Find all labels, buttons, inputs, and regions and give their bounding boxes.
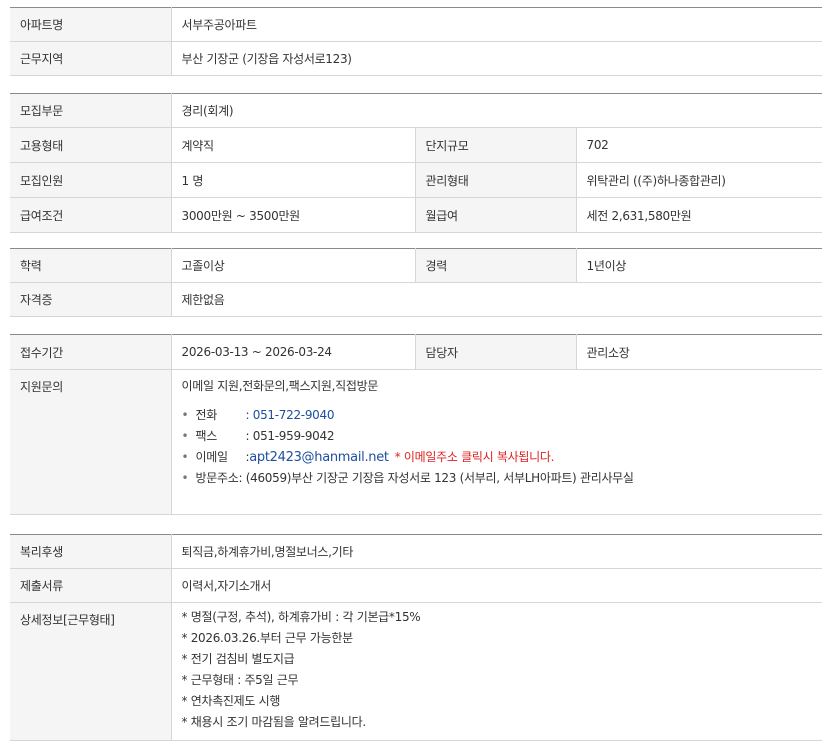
license-value: 제한없음 (171, 282, 822, 317)
welfare-label: 복리후생 (10, 534, 172, 569)
period-label: 접수기간 (10, 334, 172, 370)
inquiry-label: 지원문의 (10, 369, 172, 515)
email-copy-notice: * 이메일주소 클릭시 복사됩니다. (394, 450, 555, 464)
phone-label: 전화 (195, 408, 218, 422)
emp-type-label: 고용형태 (10, 127, 172, 163)
monthly-salary-label: 월급여 (415, 197, 577, 233)
apartment-info-table: 아파트명 서부주공아파트 근무지역 부산 기장군 (기장읍 자성서로123) (10, 7, 822, 76)
email-link[interactable]: apt2423@hanmail.net (249, 450, 389, 465)
benefits-table: 복리후생 퇴직금,하계휴가비,명절보너스,기타 제출서류 이력서,자기소개서 상… (10, 534, 822, 741)
apt-name-row: 아파트명 서부주공아파트 (10, 7, 822, 42)
detail-value: * 명절(구정, 추석), 하계휴가비 : 각 기본급*15% * 2026.0… (171, 602, 822, 741)
phone-number[interactable]: : 051-722-9040 (246, 408, 335, 422)
bullet-icon: • (181, 471, 189, 485)
welfare-value: 퇴직금,하계휴가비,명절보너스,기타 (171, 534, 822, 569)
dept-value: 경리(회계) (171, 93, 823, 128)
license-row: 자격증 제한없음 (10, 282, 822, 317)
detail-row: 상세정보[근무형태] * 명절(구정, 추석), 하계휴가비 : 각 기본급*1… (10, 602, 822, 741)
fax-number: : 051-959-9042 (245, 429, 335, 443)
manager-value: 관리소장 (576, 334, 822, 370)
monthly-salary-value: 세전 2,631,580만원 (576, 197, 823, 233)
detail-line: * 2026.03.26.부터 근무 가능한분 (181, 631, 354, 645)
education-row: 학력 고졸이상 경력 1년이상 (10, 248, 822, 283)
detail-label: 상세정보[근무형태] (10, 602, 172, 741)
scale-value: 702 (576, 127, 823, 163)
detail-line: * 전기 검침비 별도지급 (181, 652, 295, 666)
region-value: 부산 기장군 (기장읍 자성서로123) (171, 41, 822, 76)
detail-line: * 연차촉진제도 시행 (181, 694, 281, 708)
headcount-row: 모집인원 1 명 관리형태 위탁관리 ((주)하나종합관리) (10, 162, 823, 198)
job-info-table: 모집부문 경리(회계) 고용형태 계약직 단지규모 702 모집인원 1 명 관… (10, 93, 823, 233)
headcount-value: 1 명 (171, 162, 416, 198)
scale-label: 단지규모 (415, 127, 577, 163)
qualification-table: 학력 고졸이상 경력 1년이상 자격증 제한없음 (10, 248, 822, 317)
documents-label: 제출서류 (10, 568, 172, 603)
career-value: 1년이상 (576, 248, 822, 283)
fax-item: • 팩스 : 051-959-9042 (182, 426, 823, 447)
apt-name-value: 서부주공아파트 (171, 7, 822, 42)
salary-cond-label: 급여조건 (10, 197, 172, 233)
career-label: 경력 (415, 248, 577, 283)
region-label: 근무지역 (10, 41, 172, 76)
bullet-icon: • (181, 429, 189, 443)
detail-line: * 채용시 조기 마감됨을 알려드립니다. (181, 715, 367, 729)
address-label: 방문주소 (195, 471, 239, 485)
emp-type-value: 계약직 (171, 127, 416, 163)
license-label: 자격증 (10, 282, 172, 317)
email-label: 이메일 (195, 450, 229, 464)
detail-line: * 명절(구정, 추석), 하계휴가비 : 각 기본급*15% (181, 610, 421, 624)
dept-row: 모집부문 경리(회계) (10, 93, 823, 128)
mgmt-type-label: 관리형태 (415, 162, 577, 198)
fax-label: 팩스 (195, 429, 218, 443)
bullet-icon: • (181, 408, 189, 422)
detail-line: * 근무형태 : 주5일 근무 (181, 673, 299, 687)
manager-label: 담당자 (415, 334, 577, 370)
documents-row: 제출서류 이력서,자기소개서 (10, 568, 822, 603)
emp-type-row: 고용형태 계약직 단지규모 702 (10, 127, 823, 163)
headcount-label: 모집인원 (10, 162, 172, 198)
welfare-row: 복리후생 퇴직금,하계휴가비,명절보너스,기타 (10, 534, 822, 569)
email-item: • 이메일:apt2423@hanmail.net * 이메일주소 클릭시 복사됩니… (182, 447, 823, 468)
period-row: 접수기간 2026-03-13 ~ 2026-03-24 담당자 관리소장 (10, 334, 822, 370)
education-value: 고졸이상 (171, 248, 416, 283)
period-value: 2026-03-13 ~ 2026-03-24 (171, 334, 416, 370)
inquiry-row: 지원문의 이메일 지원,전화문의,팩스지원,직접방문 • 전화 : 051-722-… (10, 369, 823, 515)
salary-cond-value: 3000만원 ~ 3500만원 (171, 197, 416, 233)
mgmt-type-value: 위탁관리 ((주)하나종합관리) (576, 162, 823, 198)
application-table: 접수기간 2026-03-13 ~ 2026-03-24 담당자 관리소장 지원… (10, 334, 822, 515)
inquiry-value: 이메일 지원,전화문의,팩스지원,직접방문 • 전화 : 051-722-9040 … (171, 369, 823, 515)
documents-value: 이력서,자기소개서 (171, 568, 822, 603)
contact-list: • 전화 : 051-722-9040 • 팩스 : 051-959-9042 • 이메일… (182, 405, 823, 489)
education-label: 학력 (10, 248, 172, 283)
address-item: • 방문주소: (46059)부산 기장군 기장읍 자성서로 123 (서부리, … (182, 468, 823, 489)
bullet-icon: • (181, 450, 189, 464)
dept-label: 모집부문 (10, 93, 172, 128)
apt-name-label: 아파트명 (10, 7, 172, 42)
phone-item: • 전화 : 051-722-9040 (182, 405, 823, 426)
address-value: : (46059)부산 기장군 기장읍 자성서로 123 (서부리, 서부LH아… (238, 471, 634, 485)
salary-row: 급여조건 3000만원 ~ 3500만원 월급여 세전 2,631,580만원 (10, 197, 823, 233)
inquiry-methods: 이메일 지원,전화문의,팩스지원,직접방문 (181, 379, 379, 393)
job-posting-page: 아파트명 서부주공아파트 근무지역 부산 기장군 (기장읍 자성서로123) 모… (0, 0, 835, 751)
region-row: 근무지역 부산 기장군 (기장읍 자성서로123) (10, 41, 822, 76)
